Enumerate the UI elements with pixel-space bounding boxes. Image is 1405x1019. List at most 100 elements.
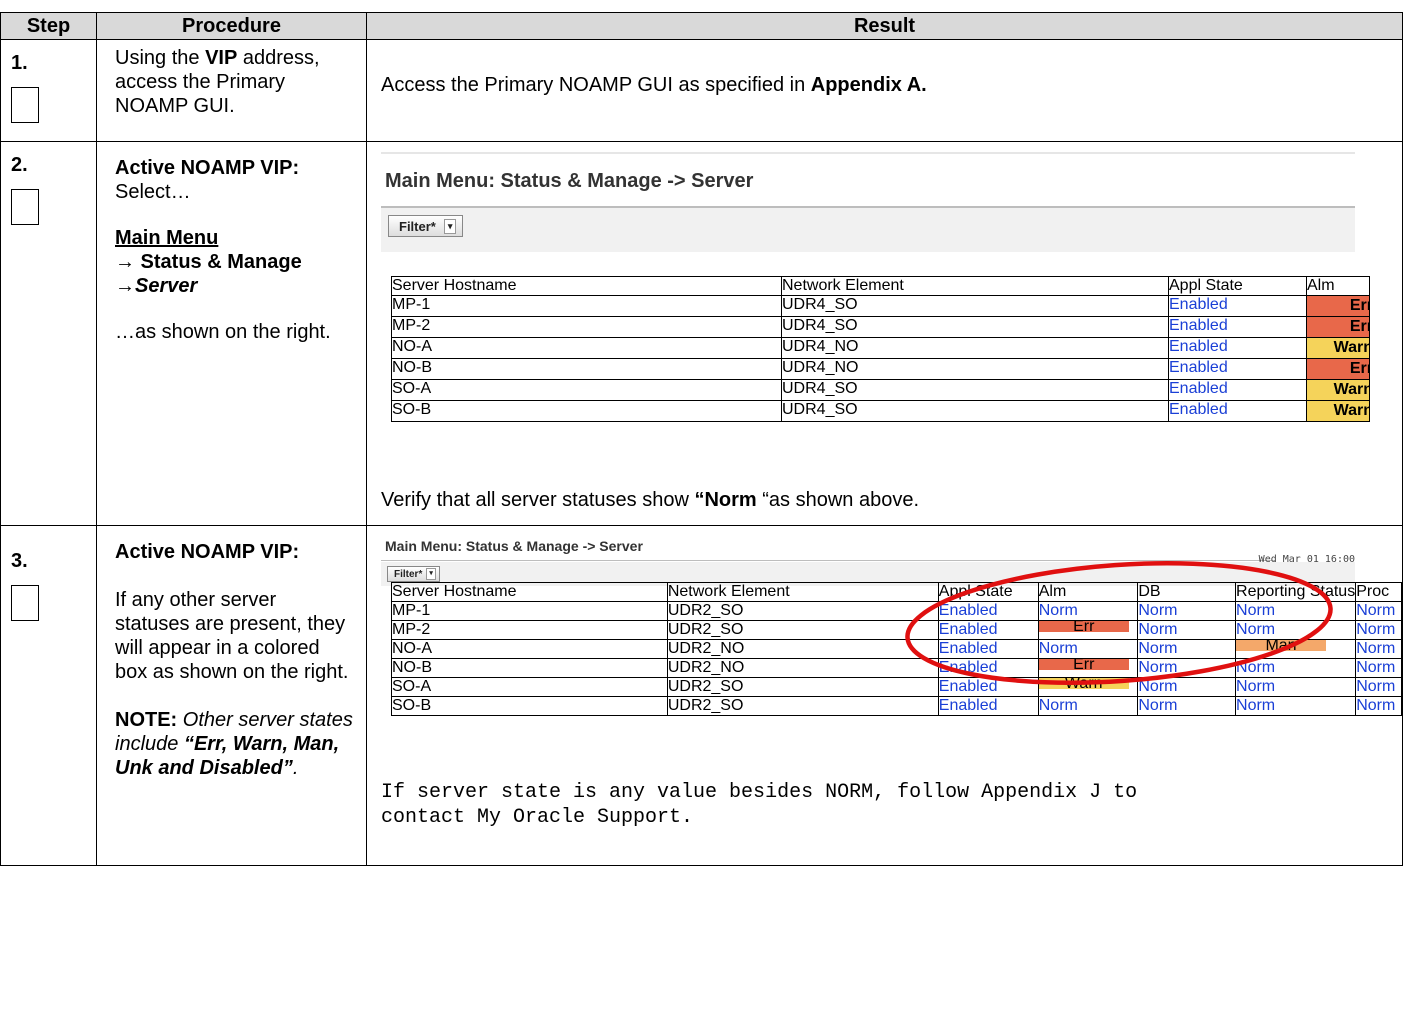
- step-checkbox[interactable]: [11, 87, 39, 123]
- reporting-status-cell[interactable]: Man: [1235, 639, 1357, 659]
- network-element-cell: UDR4_NO: [781, 337, 1169, 359]
- column-header[interactable]: Server Hostname: [391, 582, 668, 602]
- table-row[interactable]: SO-A UDR2_SO Enabled Warn Norm Norm Norm: [391, 677, 1402, 697]
- table-row[interactable]: NO-B UDR2_NO Enabled Err Norm Norm Norm: [391, 658, 1402, 678]
- alm-cell[interactable]: Norm: [1037, 601, 1139, 621]
- status-badge[interactable]: Warn: [1039, 678, 1129, 692]
- result-cell: Main Menu: Status & Manage -> Server Fil…: [366, 141, 1403, 526]
- status-badge[interactable]: Err: [1039, 659, 1129, 673]
- alm-cell[interactable]: Err: [1037, 658, 1139, 678]
- proc-cell[interactable]: Norm: [1355, 601, 1402, 621]
- alarm-badge[interactable]: Err: [1307, 317, 1369, 337]
- step-number: 3.: [11, 550, 28, 572]
- appl-state-cell[interactable]: Enabled: [937, 601, 1039, 621]
- db-cell[interactable]: Norm: [1137, 639, 1237, 659]
- alm-cell: Err: [1306, 316, 1370, 338]
- column-header[interactable]: Alm: [1306, 276, 1370, 296]
- table-row[interactable]: MP-1 UDR2_SO Enabled Norm Norm Norm Norm: [391, 601, 1402, 621]
- chevron-down-icon: ▾: [443, 218, 457, 234]
- table-row[interactable]: MP-2UDR4_SOEnabledErr: [391, 316, 1370, 338]
- procedure-cell: Active NOAMP VIP: If any other server st…: [96, 525, 367, 866]
- proc-cell[interactable]: Norm: [1355, 639, 1402, 659]
- appl-state-cell[interactable]: Enabled: [937, 658, 1039, 678]
- db-cell[interactable]: Norm: [1137, 601, 1237, 621]
- column-header[interactable]: Appl State: [937, 582, 1039, 602]
- appl-state-cell[interactable]: Enabled: [937, 639, 1039, 659]
- alarm-badge[interactable]: Err: [1307, 296, 1369, 316]
- server-table-2: Server Hostname Network Element Appl Sta…: [391, 582, 1402, 716]
- server-status-screenshot: Main Menu: Status & Manage -> Server Fil…: [381, 152, 1355, 252]
- appl-state-cell[interactable]: Enabled: [937, 696, 1039, 716]
- appl-state-cell[interactable]: Enabled: [1168, 295, 1307, 317]
- header-result: Result: [366, 12, 1403, 40]
- alarm-badge[interactable]: Warn: [1307, 380, 1369, 400]
- procedure-text: Active NOAMP VIP: If any other server st…: [97, 526, 366, 780]
- table-row[interactable]: MP-1UDR4_SOEnabledErr: [391, 295, 1370, 317]
- table-row[interactable]: MP-2 UDR2_SO Enabled Err Norm Norm Norm: [391, 620, 1402, 640]
- network-element-cell: UDR4_SO: [781, 379, 1169, 401]
- step-row-3: 3. Active NOAMP VIP: If any other server…: [0, 525, 1403, 866]
- proc-cell[interactable]: Norm: [1355, 658, 1402, 678]
- chevron-down-icon: ▾: [426, 568, 436, 580]
- filter-button[interactable]: Filter* ▾: [388, 215, 464, 237]
- hostname-cell: NO-B: [391, 358, 782, 380]
- table-row[interactable]: NO-A UDR4_NO Enabled Warn: [391, 337, 1370, 359]
- screenshot-title: Main Menu: Status & Manage -> Server: [385, 170, 754, 192]
- alm-cell[interactable]: Norm: [1037, 696, 1139, 716]
- table-row[interactable]: SO-A UDR4_SO Enabled Warn: [391, 379, 1370, 401]
- reporting-status-cell[interactable]: Norm: [1235, 677, 1357, 697]
- alarm-badge[interactable]: Warn: [1307, 338, 1369, 358]
- alm-cell: Warn: [1306, 337, 1370, 359]
- status-badge[interactable]: Err: [1039, 621, 1129, 635]
- db-cell[interactable]: Norm: [1137, 620, 1237, 640]
- step-checkbox[interactable]: [11, 189, 39, 225]
- column-header[interactable]: Appl State: [1168, 276, 1307, 296]
- appl-state-cell[interactable]: Enabled: [937, 677, 1039, 697]
- appl-state-cell[interactable]: Enabled: [937, 620, 1039, 640]
- reporting-status-cell[interactable]: Norm: [1235, 696, 1357, 716]
- table-row[interactable]: SO-B UDR4_SO Enabled Warn: [391, 400, 1370, 422]
- reporting-status-cell[interactable]: Norm: [1235, 620, 1357, 640]
- column-header[interactable]: DB: [1137, 582, 1237, 602]
- status-badge[interactable]: Man: [1236, 640, 1327, 654]
- network-element-cell: UDR4_SO: [781, 295, 1169, 317]
- db-cell[interactable]: Norm: [1137, 696, 1237, 716]
- procedure-note: NOTE: Other server states include “Err, …: [115, 709, 353, 779]
- db-cell[interactable]: Norm: [1137, 677, 1237, 697]
- filter-button[interactable]: Filter* ▾: [387, 566, 440, 582]
- appl-state-cell[interactable]: Enabled: [1168, 400, 1307, 422]
- column-header[interactable]: Network Element: [781, 276, 1169, 296]
- appl-state-cell[interactable]: Enabled: [1168, 379, 1307, 401]
- column-header[interactable]: Proc: [1355, 582, 1402, 602]
- db-cell[interactable]: Norm: [1137, 658, 1237, 678]
- proc-cell[interactable]: Norm: [1355, 677, 1402, 697]
- column-header[interactable]: Server Hostname: [391, 276, 782, 296]
- alm-cell[interactable]: Err: [1037, 620, 1139, 640]
- appl-state-cell[interactable]: Enabled: [1168, 358, 1307, 380]
- alm-cell[interactable]: Warn: [1037, 677, 1139, 697]
- alarm-badge[interactable]: Warn: [1307, 401, 1369, 421]
- procedure-cell: Active NOAMP VIP: Select… Main Menu → St…: [96, 141, 367, 526]
- reporting-status-cell[interactable]: Norm: [1235, 601, 1357, 621]
- appl-state-cell[interactable]: Enabled: [1168, 316, 1307, 338]
- hostname-cell: MP-2: [391, 620, 668, 640]
- column-header[interactable]: Reporting Status: [1235, 582, 1357, 602]
- reporting-status-cell[interactable]: Norm: [1235, 658, 1357, 678]
- server-table: Server Hostname Network Element Appl Sta…: [391, 276, 1370, 422]
- hostname-cell: NO-A: [391, 337, 782, 359]
- step-checkbox[interactable]: [11, 585, 39, 621]
- table-row[interactable]: SO-B UDR2_SO Enabled Norm Norm Norm Norm: [391, 696, 1402, 716]
- table-row[interactable]: NO-BUDR4_NOEnabledErr: [391, 358, 1370, 380]
- column-header[interactable]: Network Element: [666, 582, 939, 602]
- appl-state-cell[interactable]: Enabled: [1168, 337, 1307, 359]
- column-header[interactable]: Alm: [1037, 582, 1139, 602]
- proc-cell[interactable]: Norm: [1355, 620, 1402, 640]
- result-text: Access the Primary NOAMP GUI as specifie…: [381, 74, 927, 96]
- menu-path-server: →Server: [115, 275, 198, 297]
- filter-bar: Filter* ▾: [381, 208, 1355, 252]
- step-row-1: 1. Using the VIP address, access the Pri…: [0, 39, 1403, 142]
- alm-cell[interactable]: Norm: [1037, 639, 1139, 659]
- table-row[interactable]: NO-A UDR2_NO Enabled Norm Norm Man Norm: [391, 639, 1402, 659]
- alarm-badge[interactable]: Err: [1307, 359, 1369, 379]
- proc-cell[interactable]: Norm: [1355, 696, 1402, 716]
